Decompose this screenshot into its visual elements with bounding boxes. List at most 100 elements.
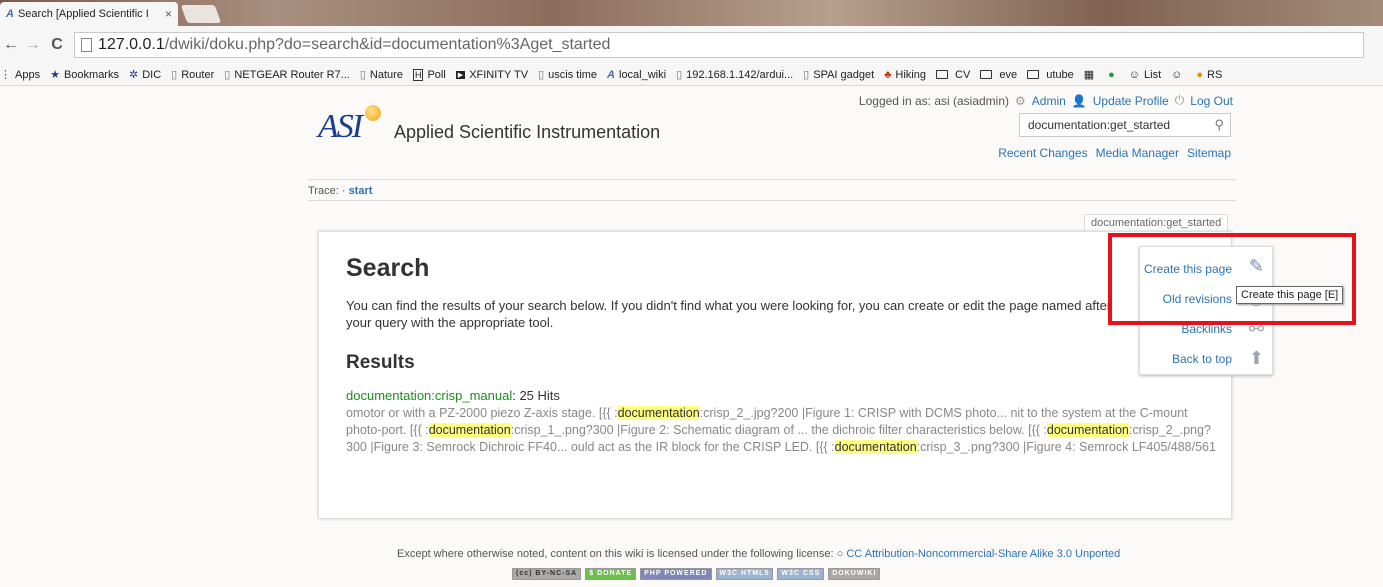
logged-in-label: Logged in as: asi (asiadmin) [858, 93, 1010, 108]
user-bar: Logged in as: asi (asiadmin) ⚙ Admin 👤 U… [859, 93, 1233, 108]
license-text: Except where otherwise noted, content on… [397, 548, 834, 560]
reload-icon[interactable]: C [44, 36, 70, 54]
page-icon: ▯ [359, 69, 366, 81]
site-logo[interactable]: ASI [318, 108, 363, 146]
bookmark-chart[interactable]: ▦ [1084, 68, 1098, 81]
bookmark-arduino[interactable]: ▯ 192.168.1.142/ardui... [676, 68, 793, 82]
logout-link[interactable]: Log Out [1190, 94, 1233, 108]
tv-icon: ▶ [455, 70, 466, 79]
sitemap-link[interactable]: Sitemap [1187, 146, 1231, 160]
page-icon: ▯ [803, 69, 810, 81]
search-intro: You can find the results of your search … [346, 298, 1112, 330]
bookmark-local-wiki[interactable]: Alocal_wiki [607, 69, 666, 81]
new-tab-button[interactable] [180, 5, 222, 23]
folder-icon [935, 70, 948, 79]
folder-icon [1027, 70, 1040, 79]
bookmark-utube[interactable]: utube [1027, 69, 1074, 81]
page-title: Search [346, 254, 430, 282]
dokuwiki-badge[interactable]: DOKUWIKI [828, 568, 881, 580]
browser-tab[interactable]: A Search [Applied Scientific I × [0, 2, 178, 26]
results-heading: Results [346, 352, 415, 373]
close-tab-icon[interactable]: × [165, 7, 172, 21]
list-icon: ☺ [1128, 68, 1141, 81]
bookmark-xfinity[interactable]: ▶ XFINITY TV [455, 69, 528, 81]
hit-count: : 25 Hits [512, 388, 560, 403]
tab-title: Search [Applied Scientific I [17, 8, 149, 20]
back-arrow-icon[interactable]: ← [0, 36, 22, 54]
forward-arrow-icon[interactable]: → [22, 36, 44, 54]
bookmark-netgear[interactable]: ▯ NETGEAR Router R7... [224, 68, 350, 82]
bookmark-bookmarks[interactable]: ★ Bookmarks [50, 68, 119, 82]
trace-label: Trace: · [308, 185, 346, 197]
snippet-highlight: documentation [1046, 423, 1129, 437]
page-icon: ▯ [171, 69, 178, 81]
admin-link[interactable]: Admin [1032, 94, 1066, 108]
page-id: documentation:get_started [1084, 214, 1229, 232]
bookmark-smiley[interactable]: ☺ [1171, 69, 1186, 81]
update-profile-link[interactable]: Update Profile [1093, 94, 1169, 108]
url-host: 127.0.0.1 [98, 36, 165, 53]
footer-badges: (cc) BY-NC-SA $ DONATE PHP POWERED W3C H… [512, 568, 881, 580]
green-circle-icon: ● [1108, 68, 1115, 81]
poll-icon: H [412, 68, 424, 81]
search-icon[interactable]: ⚲ [1214, 117, 1224, 133]
breadcrumb: Trace: · start [308, 179, 1236, 201]
snippet-highlight: documentation [428, 423, 511, 437]
php-badge[interactable]: PHP POWERED [640, 568, 712, 580]
search-box: ⚲ [1019, 113, 1231, 137]
css-badge[interactable]: W3C CSS [777, 568, 825, 580]
site-tools: Recent Changes Media Manager Sitemap [998, 146, 1231, 160]
search-input[interactable] [1026, 117, 1215, 133]
bookmark-green[interactable]: ● [1108, 69, 1119, 81]
bookmark-nature[interactable]: ▯ Nature [359, 68, 403, 82]
address-bar[interactable]: 127.0.0.1/dwiki/doku.php?do=search&id=do… [74, 32, 1364, 58]
hit-link[interactable]: documentation:crisp_manual [346, 388, 512, 403]
arrow-up-icon[interactable]: ⬆ [1249, 348, 1264, 369]
media-manager-link[interactable]: Media Manager [1096, 146, 1179, 160]
url-path: /dwiki/doku.php?do=search&id=documentati… [164, 36, 611, 53]
page-icon: ▯ [676, 69, 683, 81]
snippet-highlight: documentation [834, 440, 917, 454]
html5-badge[interactable]: W3C HTML5 [715, 568, 774, 580]
folder-icon [980, 70, 993, 79]
hiking-icon: ♣ [884, 68, 892, 81]
cc-icon: ○ [836, 548, 844, 560]
bookmark-list[interactable]: ☺ List [1129, 69, 1161, 81]
chart-icon: ▦ [1083, 69, 1095, 81]
star-icon: ★ [50, 69, 60, 81]
power-icon: ⏻ [1174, 93, 1185, 107]
bookmark-hiking[interactable]: ♣ Hiking [884, 69, 926, 81]
site-name[interactable]: Applied Scientific Instrumentation [394, 122, 660, 143]
bookmark-cv[interactable]: CV [935, 69, 970, 81]
gear-icon: ⚙ [1015, 93, 1026, 108]
apps-grid-icon: ⋮ [0, 69, 11, 81]
highlight-box [1108, 233, 1356, 325]
navigation-bar: ← → C 127.0.0.1/dwiki/doku.php?do=search… [0, 26, 1383, 64]
bookmark-rs[interactable]: ● RS [1196, 69, 1222, 81]
recent-changes-link[interactable]: Recent Changes [998, 146, 1087, 160]
page-icon: ▯ [224, 69, 231, 81]
bookmark-spai[interactable]: ▯ SPAI gadget [803, 68, 874, 82]
bookmark-uscis[interactable]: ▯ uscis time [538, 68, 597, 82]
snippet-highlight: documentation [617, 406, 700, 420]
bookmark-poll[interactable]: H Poll [412, 68, 446, 81]
main-content: Search You can find the results of your … [318, 231, 1232, 519]
donate-badge[interactable]: $ DONATE [585, 568, 637, 580]
bookmarks-bar: ⋮ Apps ★ Bookmarks ✲ DIC ▯ Router ▯ NETGEAR R… [0, 64, 1383, 86]
bookmark-dic[interactable]: ✲ DIC [129, 68, 161, 82]
tab-strip: A Search [Applied Scientific I × [0, 0, 1383, 26]
logo-sun-icon [365, 105, 381, 121]
cc-badge[interactable]: (cc) BY-NC-SA [512, 568, 582, 580]
back-to-top-link[interactable]: Back to top [1172, 352, 1232, 366]
search-snippet: omotor or with a PZ-2000 piezo Z-axis st… [346, 406, 1216, 454]
rss-icon: ● [1196, 68, 1204, 81]
bookmark-apps[interactable]: ⋮ Apps [0, 68, 40, 82]
asi-favicon-icon: A [6, 8, 14, 20]
bookmark-router[interactable]: ▯ Router [171, 68, 214, 82]
page-icon [81, 38, 92, 52]
user-icon: 👤 [1071, 93, 1087, 108]
page-icon: ▯ [538, 69, 545, 81]
bookmark-eve[interactable]: eve [980, 69, 1017, 81]
trace-start-link[interactable]: start [349, 185, 373, 197]
license-link[interactable]: CC Attribution-Noncommercial-Share Alike… [846, 548, 1120, 560]
